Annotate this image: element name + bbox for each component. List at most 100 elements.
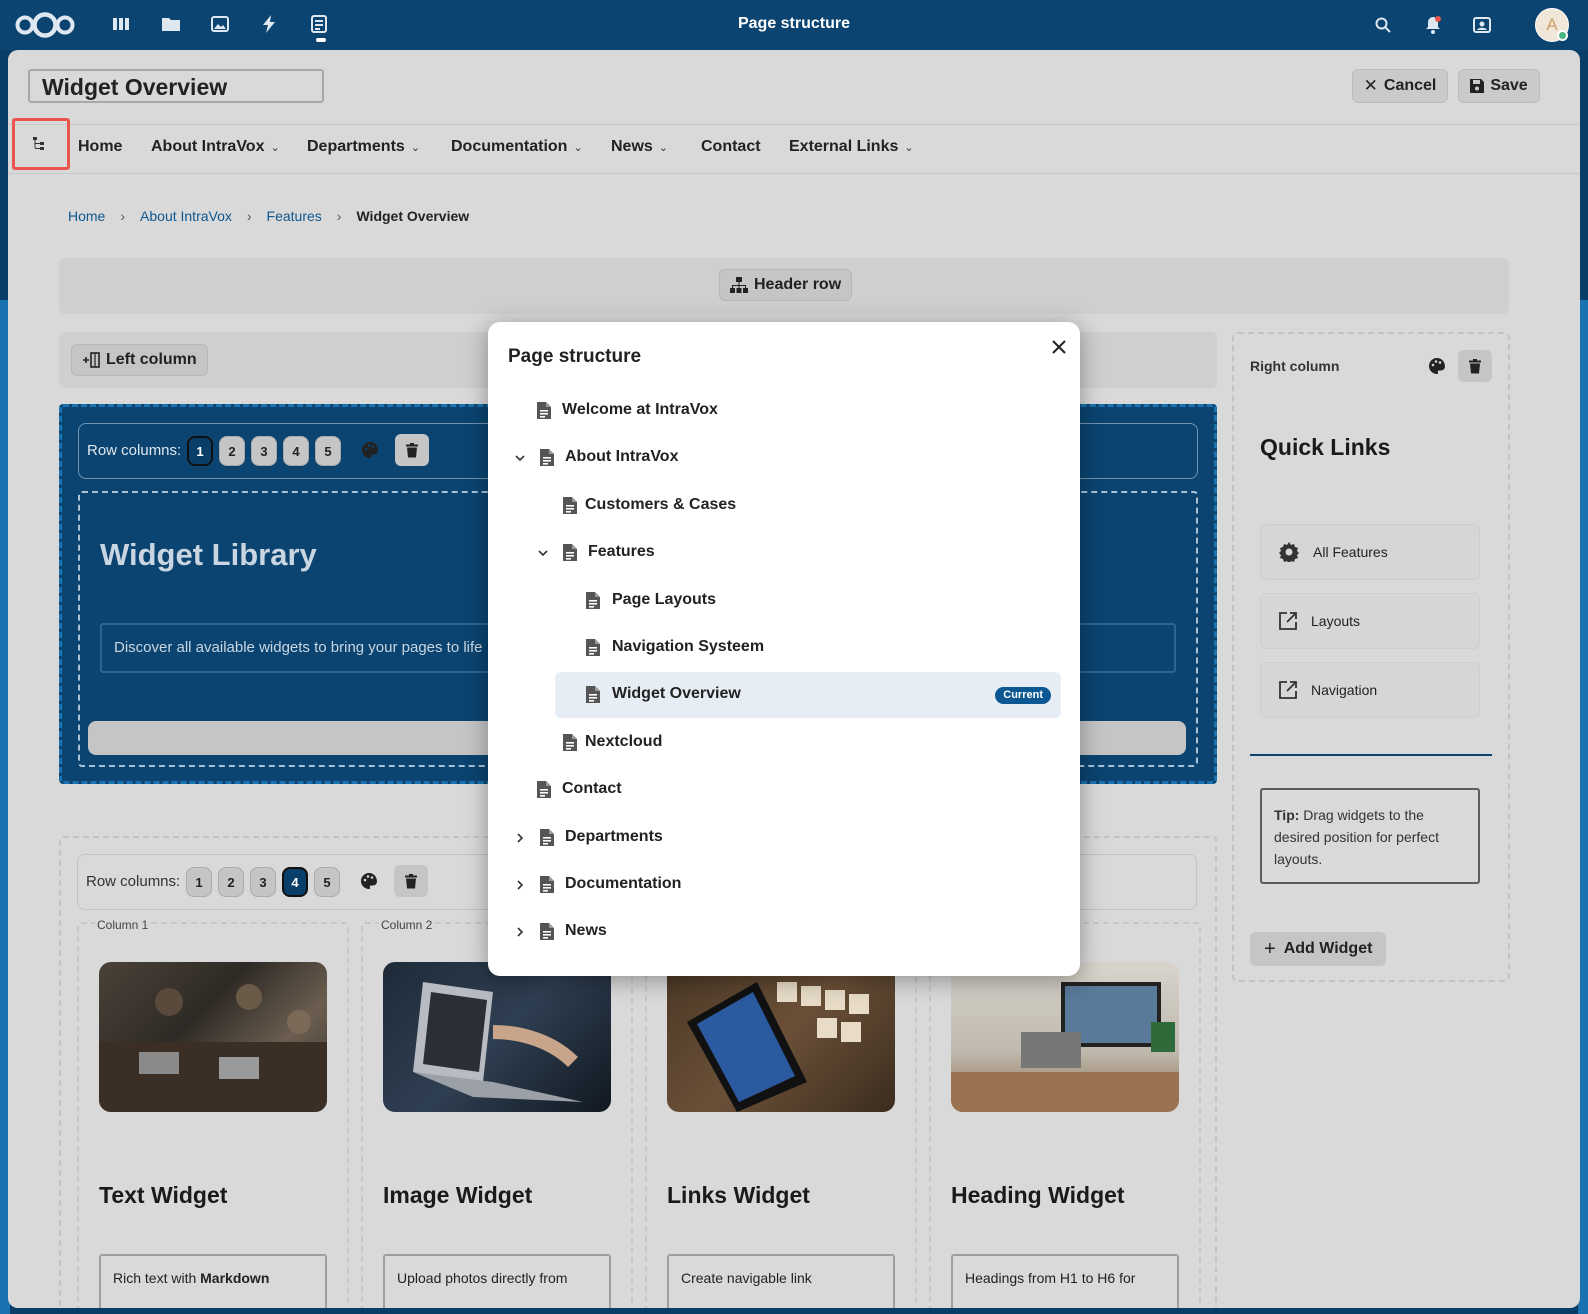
- quick-link-navigation[interactable]: Navigation: [1260, 662, 1480, 718]
- row-columns-option[interactable]: 4: [283, 436, 309, 466]
- document-icon: [540, 923, 554, 941]
- tip-box[interactable]: Tip: Drag widgets to the desired positio…: [1260, 788, 1480, 884]
- tree-item-label: Widget Overview: [612, 685, 741, 703]
- document-icon: [563, 733, 577, 751]
- palette-icon[interactable]: [353, 434, 387, 466]
- document-icon: [537, 402, 551, 419]
- tree-item-label: Page Layouts: [612, 590, 717, 608]
- right-column-label: Right column: [1250, 358, 1340, 374]
- breadcrumb-separator: ›: [120, 208, 126, 224]
- tree-item-label: Nextcloud: [585, 732, 663, 750]
- tree-item-label: Documentation: [565, 875, 682, 892]
- external-link-icon: [1279, 612, 1297, 630]
- chevron-right-icon[interactable]: [512, 877, 528, 893]
- row-columns-option[interactable]: 5: [314, 867, 340, 897]
- document-icon: [563, 544, 577, 562]
- activity-icon[interactable]: [258, 13, 280, 35]
- add-widget-button[interactable]: + Add Widget: [1250, 932, 1387, 966]
- app-title: Page structure: [737, 15, 851, 32]
- laptop-photo: [383, 962, 611, 1112]
- quick-link-layouts[interactable]: Layouts: [1260, 593, 1480, 649]
- row-columns-option[interactable]: 2: [219, 436, 245, 466]
- chevron-down-icon[interactable]: [535, 545, 551, 561]
- breadcrumb-home[interactable]: Home: [68, 208, 105, 224]
- contacts-icon[interactable]: [1471, 14, 1493, 36]
- tree-item[interactable]: Customers & Cases: [488, 483, 1080, 529]
- row-columns-option[interactable]: 2: [218, 867, 244, 897]
- delete-row-button[interactable]: [394, 865, 428, 897]
- workspace-photo: [951, 962, 1179, 1112]
- save-button[interactable]: Save: [1458, 69, 1540, 103]
- nav-item-external-links[interactable]: External Links ⌄: [789, 138, 914, 156]
- column-cell: Column 2 Image Widget Upload photos dire…: [361, 918, 633, 1308]
- widget-title: Heading Widget: [951, 1182, 1125, 1208]
- tree-item[interactable]: Nextcloud: [488, 720, 1080, 766]
- social-media-photo: [667, 962, 895, 1112]
- files-icon[interactable]: [160, 13, 182, 35]
- breadcrumb-separator: ›: [246, 208, 252, 224]
- gear-icon: [1279, 542, 1299, 562]
- dashboard-icon[interactable]: [110, 13, 132, 35]
- tree-item[interactable]: Widget Overview Current: [555, 672, 1061, 719]
- tree-item[interactable]: News: [488, 909, 1080, 955]
- widget-description[interactable]: Rich text with Markdown: [99, 1254, 327, 1308]
- nav-item-news[interactable]: News ⌄: [611, 138, 668, 156]
- quick-link-all-features[interactable]: All Features: [1260, 524, 1480, 580]
- delete-row-button[interactable]: [395, 434, 429, 466]
- breadcrumb-about-intravox[interactable]: About IntraVox: [140, 208, 232, 224]
- breadcrumb-separator: ›: [336, 208, 342, 224]
- left-column-button[interactable]: Left column: [71, 344, 208, 376]
- chevron-down-icon[interactable]: [512, 450, 528, 466]
- widget-description[interactable]: Upload photos directly from: [383, 1254, 611, 1308]
- close-dialog-button[interactable]: [1046, 334, 1072, 360]
- intravox-icon[interactable]: [308, 13, 330, 35]
- widget-title: Image Widget: [383, 1182, 533, 1208]
- search-icon[interactable]: [1372, 14, 1394, 36]
- row-columns-option[interactable]: 3: [250, 867, 276, 897]
- document-icon: [586, 591, 600, 609]
- row-columns-option[interactable]: 3: [251, 436, 277, 466]
- chevron-right-icon[interactable]: [512, 830, 528, 846]
- row-columns-option[interactable]: 1: [187, 436, 213, 466]
- document-icon: [586, 686, 600, 704]
- widget-title: Links Widget: [667, 1182, 810, 1208]
- nav-item-departments[interactable]: Departments ⌄: [307, 138, 420, 156]
- trash-icon: [406, 442, 418, 457]
- nav-item-contact[interactable]: Contact: [701, 138, 761, 156]
- tree-item[interactable]: Navigation Systeem: [488, 625, 1080, 671]
- palette-icon[interactable]: [1420, 350, 1454, 382]
- right-column-zone: Right column Quick Links All Features La…: [1232, 332, 1510, 982]
- page-structure-dialog: Page structure Welcome at IntraVox About …: [488, 322, 1080, 976]
- delete-column-button[interactable]: [1458, 350, 1492, 382]
- tree-structure-icon: [33, 137, 44, 150]
- page-structure-button[interactable]: [12, 118, 70, 170]
- nextcloud-logo-icon[interactable]: [14, 11, 76, 39]
- breadcrumb-features[interactable]: Features: [267, 208, 322, 224]
- widget-description[interactable]: Create navigable link: [667, 1254, 895, 1308]
- notifications-icon[interactable]: [1422, 14, 1444, 36]
- widget-description[interactable]: Headings from H1 to H6 for: [951, 1254, 1179, 1308]
- photos-icon[interactable]: [209, 13, 231, 35]
- tree-item[interactable]: Contact: [488, 767, 1080, 813]
- tree-item[interactable]: Page Layouts: [488, 578, 1080, 624]
- tree-item-label: Contact: [562, 780, 622, 798]
- page-title-input[interactable]: Widget Overview: [28, 69, 324, 103]
- close-icon: [1052, 340, 1066, 354]
- tree-item[interactable]: About IntraVox: [488, 435, 1080, 481]
- row-columns-option[interactable]: 5: [315, 436, 341, 466]
- cancel-button[interactable]: ✕ Cancel: [1352, 69, 1448, 103]
- tree-item[interactable]: Documentation: [488, 862, 1080, 908]
- chevron-right-icon[interactable]: [512, 924, 528, 940]
- nav-item-home[interactable]: Home: [78, 138, 122, 156]
- row-columns-option[interactable]: 4: [282, 867, 308, 897]
- tree-item[interactable]: Departments: [488, 815, 1080, 861]
- palette-icon[interactable]: [352, 865, 386, 897]
- header-row-button[interactable]: Header row: [719, 269, 853, 301]
- tree-item[interactable]: Features: [488, 530, 1080, 576]
- nav-item-about-intravox[interactable]: About IntraVox ⌄: [151, 138, 280, 156]
- breadcrumb: Home › About IntraVox › Features › Widge…: [68, 208, 469, 224]
- tree-item[interactable]: Welcome at IntraVox: [488, 388, 1080, 434]
- row-columns-option[interactable]: 1: [186, 867, 212, 897]
- tree-item-label: Customers & Cases: [585, 495, 737, 513]
- nav-item-documentation[interactable]: Documentation ⌄: [451, 138, 583, 156]
